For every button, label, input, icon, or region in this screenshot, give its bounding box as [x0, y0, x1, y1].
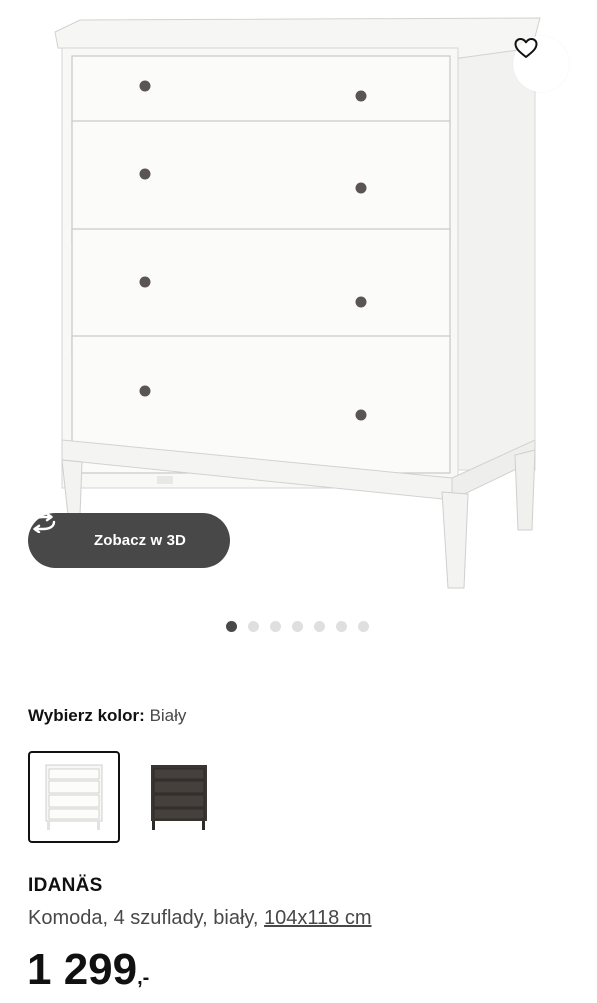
favorite-button[interactable]	[513, 36, 569, 92]
pagination-dot[interactable]	[226, 621, 237, 632]
pagination-dot[interactable]	[336, 621, 347, 632]
pagination-dot[interactable]	[358, 621, 369, 632]
rotate-3d-icon	[30, 513, 82, 552]
pagination-dot[interactable]	[314, 621, 325, 632]
view-in-3d-label: Zobacz w 3D	[94, 532, 186, 549]
dresser-image	[54, 17, 541, 589]
color-selector-label: Wybierz kolor:	[28, 706, 145, 725]
white-dresser-thumbnail	[45, 764, 103, 830]
product-description-text: Komoda, 4 szuflady, biały,	[28, 907, 265, 929]
product-dimensions-link[interactable]: 104x118 cm	[264, 907, 371, 929]
product-name: IDANÄS	[28, 875, 103, 896]
color-selector-heading: Wybierz kolor: Biały	[28, 706, 186, 726]
pagination-dot[interactable]	[292, 621, 303, 632]
price-main: 1 299	[27, 945, 138, 994]
product-description: Komoda, 4 szuflady, biały, 104x118 cm	[28, 907, 372, 930]
product-price: 1 299,-	[27, 945, 149, 1003]
price-suffix: ,-	[137, 967, 150, 989]
brown-dresser-thumbnail	[151, 765, 207, 830]
color-selected-value: Biały	[149, 706, 187, 725]
view-in-3d-button[interactable]: Zobacz w 3D	[28, 513, 230, 568]
color-swatch-dark-brown[interactable]	[133, 751, 225, 843]
image-pagination	[226, 621, 369, 632]
pagination-dot[interactable]	[270, 621, 281, 632]
product-image-gallery[interactable]: Zobacz w 3D	[0, 0, 597, 600]
color-swatch-white[interactable]	[28, 751, 120, 843]
pagination-dot[interactable]	[248, 621, 259, 632]
